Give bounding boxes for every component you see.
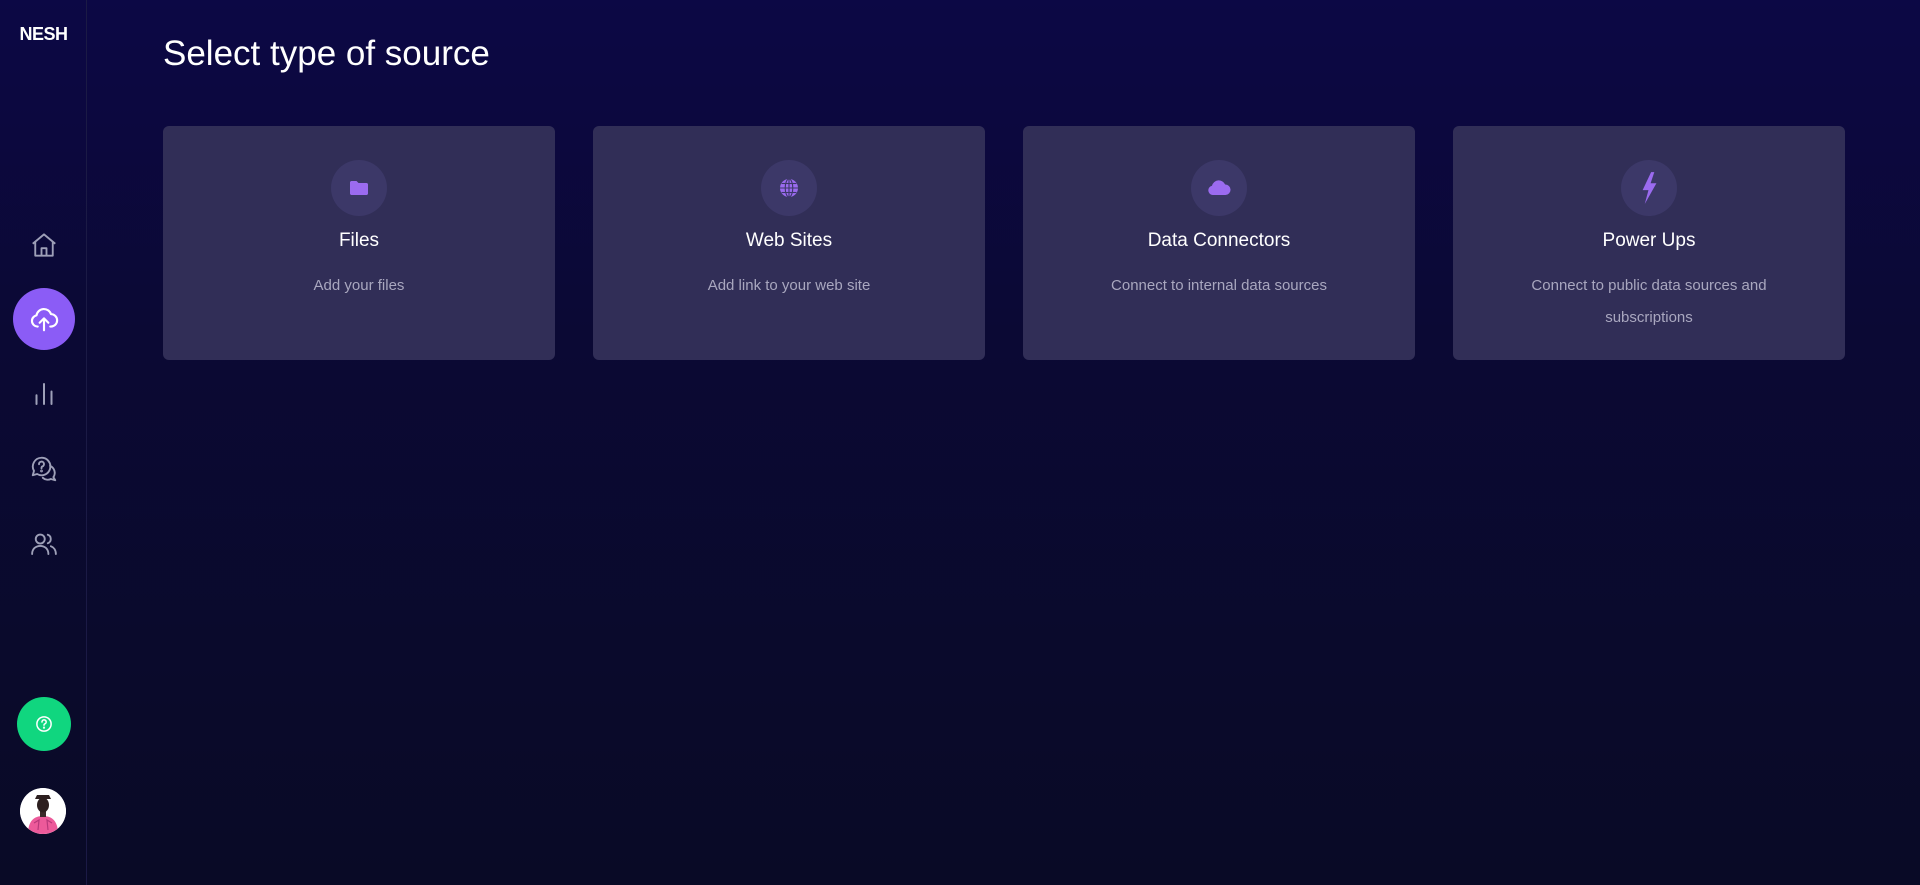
card-icon-wrapper: [761, 160, 817, 216]
card-title: Power Ups: [1602, 230, 1696, 251]
user-avatar-image: [20, 788, 66, 834]
users-icon: [31, 533, 57, 555]
card-description: Add your files: [313, 277, 405, 294]
lightning-icon: [1642, 172, 1657, 204]
source-card-data-connectors[interactable]: Data Connectors Connect to internal data…: [1023, 126, 1415, 360]
card-description: Connect to internal data sources: [1111, 277, 1327, 294]
cloud-upload-icon: [30, 308, 59, 332]
card-icon-wrapper: [1621, 160, 1677, 216]
sidebar-item-questions[interactable]: [13, 438, 75, 500]
question-chat-icon: [31, 456, 57, 482]
card-description: Add link to your web site: [707, 277, 871, 294]
sidebar: NESH: [0, 0, 87, 885]
source-card-files[interactable]: Files Add your files: [163, 126, 555, 360]
source-type-cards: Files Add your files Web Sites Add link …: [163, 126, 1845, 360]
bar-chart-icon: [35, 383, 53, 405]
folder-icon: [350, 181, 368, 195]
sidebar-item-users[interactable]: [13, 513, 75, 575]
home-icon: [32, 233, 56, 257]
sidebar-item-analytics[interactable]: [13, 363, 75, 425]
card-icon-wrapper: [331, 160, 387, 216]
card-title: Data Connectors: [1147, 230, 1291, 251]
page-title: Select type of source: [163, 34, 490, 73]
source-card-web-sites[interactable]: Web Sites Add link to your web site: [593, 126, 985, 360]
help-button[interactable]: [17, 697, 71, 751]
card-icon-wrapper: [1191, 160, 1247, 216]
source-card-power-ups[interactable]: Power Ups Connect to public data sources…: [1453, 126, 1845, 360]
help-circle-icon: [36, 716, 52, 732]
cloud-icon: [1208, 180, 1231, 195]
card-description: Connect to public data sources and subsc…: [1531, 277, 1767, 326]
logo[interactable]: NESH: [0, 24, 87, 45]
avatar[interactable]: [20, 788, 66, 834]
globe-icon: [780, 178, 798, 198]
sidebar-item-upload[interactable]: [13, 288, 75, 350]
sidebar-item-home[interactable]: [13, 214, 75, 276]
card-title: Web Sites: [745, 230, 833, 251]
card-title: Files: [338, 230, 380, 251]
